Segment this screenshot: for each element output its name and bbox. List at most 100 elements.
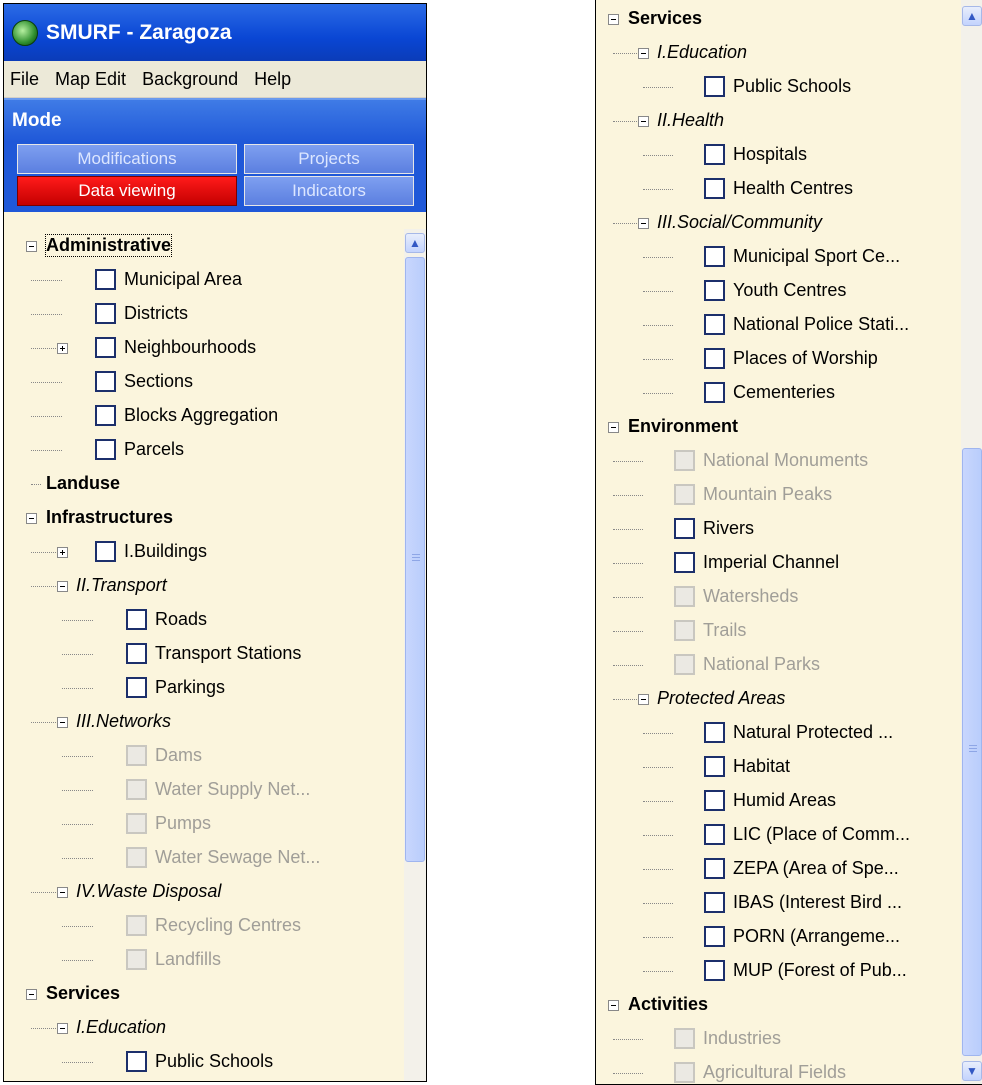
layer-label-porn-arrangeme[interactable]: PORN (Arrangeme...: [733, 926, 900, 947]
scroll-down-button-right[interactable]: ▼: [962, 1061, 982, 1081]
collapse-icon[interactable]: [57, 1023, 68, 1034]
layer-checkbox-parkings[interactable]: [126, 677, 147, 698]
title-bar[interactable]: SMURF - Zaragoza: [4, 4, 426, 61]
layer-label-dams[interactable]: Dams: [155, 745, 202, 766]
layer-label-lic-place-of-comm[interactable]: LIC (Place of Comm...: [733, 824, 910, 845]
layer-label-hospitals[interactable]: Hospitals: [733, 144, 807, 165]
tab-projects[interactable]: Projects: [244, 144, 414, 174]
layer-checkbox-ibas-interest-bird[interactable]: [704, 892, 725, 913]
tab-data-viewing[interactable]: Data viewing: [17, 176, 237, 206]
layer-checkbox-hospitals[interactable]: [704, 144, 725, 165]
collapse-icon[interactable]: [638, 694, 649, 705]
group-label-landuse[interactable]: Landuse: [46, 473, 120, 494]
layer-label-pumps[interactable]: Pumps: [155, 813, 211, 834]
layer-label-rivers[interactable]: Rivers: [703, 518, 754, 539]
layer-label-trails[interactable]: Trails: [703, 620, 746, 641]
tab-modifications[interactable]: Modifications: [17, 144, 237, 174]
layer-label-places-of-worship[interactable]: Places of Worship: [733, 348, 878, 369]
tab-indicators[interactable]: Indicators: [244, 176, 414, 206]
collapse-icon[interactable]: [57, 717, 68, 728]
collapse-icon[interactable]: [638, 218, 649, 229]
layer-checkbox-municipal-sport-ce[interactable]: [704, 246, 725, 267]
layer-checkbox-i-buildings[interactable]: [95, 541, 116, 562]
layer-label-public-schools[interactable]: Public Schools: [733, 76, 851, 97]
layer-label-agricultural-fields[interactable]: Agricultural Fields: [703, 1062, 846, 1083]
layer-label-neighbourhoods[interactable]: Neighbourhoods: [124, 337, 256, 358]
layer-checkbox-natural-protected[interactable]: [704, 722, 725, 743]
layer-checkbox-parcels[interactable]: [95, 439, 116, 460]
menu-map-edit[interactable]: Map Edit: [49, 69, 136, 90]
layer-label-parkings[interactable]: Parkings: [155, 677, 225, 698]
group-label-activities[interactable]: Activities: [628, 994, 708, 1015]
layer-checkbox-public-schools[interactable]: [126, 1051, 147, 1072]
layer-checkbox-public-schools[interactable]: [704, 76, 725, 97]
layer-label-districts[interactable]: Districts: [124, 303, 188, 324]
scroll-up-button[interactable]: ▲: [405, 233, 425, 253]
layer-label-water-supply-net[interactable]: Water Supply Net...: [155, 779, 310, 800]
layer-label-ibas-interest-bird[interactable]: IBAS (Interest Bird ...: [733, 892, 902, 913]
layer-label-blocks-aggregation[interactable]: Blocks Aggregation: [124, 405, 278, 426]
vertical-scrollbar[interactable]: ▲: [404, 229, 426, 1081]
expand-icon[interactable]: [57, 547, 68, 558]
menu-file[interactable]: File: [4, 69, 49, 90]
collapse-icon[interactable]: [26, 989, 37, 1000]
layer-label-municipal-area[interactable]: Municipal Area: [124, 269, 242, 290]
layer-checkbox-health-centres[interactable]: [704, 178, 725, 199]
layer-checkbox-humid-areas[interactable]: [704, 790, 725, 811]
collapse-icon[interactable]: [638, 48, 649, 59]
layer-checkbox-lic-place-of-comm[interactable]: [704, 824, 725, 845]
layer-checkbox-places-of-worship[interactable]: [704, 348, 725, 369]
layer-label-humid-areas[interactable]: Humid Areas: [733, 790, 836, 811]
layer-checkbox-imperial-channel[interactable]: [674, 552, 695, 573]
group-label-services[interactable]: Services: [46, 983, 120, 1004]
layer-label-water-sewage-net[interactable]: Water Sewage Net...: [155, 847, 320, 868]
layer-checkbox-zepa-area-of-spe[interactable]: [704, 858, 725, 879]
layer-label-cementeries[interactable]: Cementeries: [733, 382, 835, 403]
group-label-iii-networks[interactable]: III.Networks: [76, 711, 171, 732]
layer-label-imperial-channel[interactable]: Imperial Channel: [703, 552, 839, 573]
layer-label-landfills[interactable]: Landfills: [155, 949, 221, 970]
layer-label-transport-stations[interactable]: Transport Stations: [155, 643, 301, 664]
group-label-environment[interactable]: Environment: [628, 416, 738, 437]
group-label-iii-social-community[interactable]: III.Social/Community: [657, 212, 822, 233]
collapse-icon[interactable]: [57, 581, 68, 592]
collapse-icon[interactable]: [57, 887, 68, 898]
layer-checkbox-transport-stations[interactable]: [126, 643, 147, 664]
collapse-icon[interactable]: [26, 513, 37, 524]
layer-label-watersheds[interactable]: Watersheds: [703, 586, 798, 607]
layer-label-health-centres[interactable]: Health Centres: [733, 178, 853, 199]
group-label-protected-areas[interactable]: Protected Areas: [657, 688, 785, 709]
layer-checkbox-blocks-aggregation[interactable]: [95, 405, 116, 426]
scrollbar-thumb-right[interactable]: [962, 448, 982, 1056]
layer-label-public-schools[interactable]: Public Schools: [155, 1051, 273, 1072]
layer-label-natural-protected[interactable]: Natural Protected ...: [733, 722, 893, 743]
group-label-iv-waste-disposal[interactable]: IV.Waste Disposal: [76, 881, 221, 902]
group-label-ii-health[interactable]: II.Health: [657, 110, 724, 131]
collapse-icon[interactable]: [638, 116, 649, 127]
layer-checkbox-districts[interactable]: [95, 303, 116, 324]
layer-checkbox-roads[interactable]: [126, 609, 147, 630]
layer-label-youth-centres[interactable]: Youth Centres: [733, 280, 846, 301]
group-label-i-education[interactable]: I.Education: [657, 42, 747, 63]
vertical-scrollbar-right[interactable]: ▲ ▼: [961, 0, 982, 1084]
scroll-up-button-right[interactable]: ▲: [962, 6, 982, 26]
collapse-icon[interactable]: [608, 422, 619, 433]
layer-checkbox-youth-centres[interactable]: [704, 280, 725, 301]
layer-label-national-parks[interactable]: National Parks: [703, 654, 820, 675]
layer-checkbox-national-police-stati[interactable]: [704, 314, 725, 335]
layer-checkbox-rivers[interactable]: [674, 518, 695, 539]
layer-label-sections[interactable]: Sections: [124, 371, 193, 392]
group-label-infrastructures[interactable]: Infrastructures: [46, 507, 173, 528]
layer-label-municipal-sport-ce[interactable]: Municipal Sport Ce...: [733, 246, 900, 267]
group-label-services[interactable]: Services: [628, 8, 702, 29]
layer-checkbox-sections[interactable]: [95, 371, 116, 392]
layer-checkbox-municipal-area[interactable]: [95, 269, 116, 290]
layer-checkbox-habitat[interactable]: [704, 756, 725, 777]
layer-label-i-buildings[interactable]: I.Buildings: [124, 541, 207, 562]
menu-help[interactable]: Help: [248, 69, 301, 90]
layer-label-zepa-area-of-spe[interactable]: ZEPA (Area of Spe...: [733, 858, 899, 879]
layer-checkbox-cementeries[interactable]: [704, 382, 725, 403]
layer-checkbox-neighbourhoods[interactable]: [95, 337, 116, 358]
group-label-i-education[interactable]: I.Education: [76, 1017, 166, 1038]
collapse-icon[interactable]: [608, 14, 619, 25]
